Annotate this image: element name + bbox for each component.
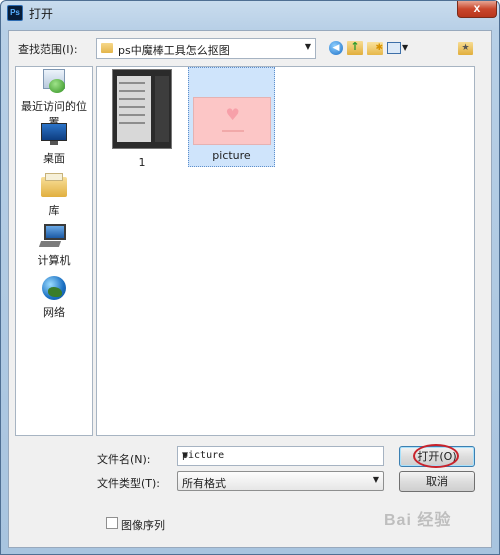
file-thumbnail: ♥	[192, 97, 271, 145]
view-menu-button[interactable]: ▼	[386, 39, 410, 57]
sidebar-item-network[interactable]: 网络	[16, 275, 92, 320]
title-bar[interactable]: Ps 打开 x	[1, 1, 499, 23]
preferences-button[interactable]: ★	[457, 39, 475, 57]
filename-input[interactable]: picture ▼	[177, 446, 384, 466]
up-folder-icon: ↑	[347, 41, 363, 55]
chevron-down-icon: ▼	[304, 42, 311, 51]
recent-places-icon	[40, 69, 68, 95]
sidebar-item-label: 桌面	[43, 152, 65, 165]
sidebar-item-label: 库	[48, 204, 60, 217]
sidebar-item-computer[interactable]: 计算机	[16, 223, 92, 268]
file-item-selected[interactable]: ♥ picture	[188, 67, 275, 167]
cancel-button[interactable]: 取消	[399, 471, 475, 492]
chevron-down-icon: ▼	[372, 475, 379, 484]
desktop-icon	[40, 121, 68, 147]
view-menu-icon	[387, 42, 401, 54]
new-folder-button[interactable]: ✱	[366, 39, 384, 57]
new-folder-icon: ✱	[367, 42, 383, 55]
file-name: picture	[212, 149, 251, 162]
close-button[interactable]: x	[457, 1, 497, 18]
sidebar-item-label: 计算机	[37, 254, 71, 267]
look-in-label: 查找范围(I):	[18, 43, 78, 56]
look-in-dropdown[interactable]: ps中魔棒工具怎么抠图 ▼	[96, 38, 316, 59]
preferences-icon: ★	[458, 42, 473, 55]
folder-icon	[101, 43, 113, 53]
image-sequence-checkbox[interactable]	[106, 517, 118, 529]
window-title: 打开	[29, 7, 54, 21]
look-in-value: ps中魔棒工具怎么抠图	[118, 44, 230, 57]
filetype-dropdown[interactable]: 所有格式 ▼	[177, 471, 384, 491]
file-thumbnail	[112, 69, 172, 149]
sidebar-item-desktop[interactable]: 桌面	[16, 121, 92, 166]
highlight-ring	[413, 444, 459, 468]
file-name: 1	[138, 156, 146, 169]
sidebar-item-libraries[interactable]: 库	[16, 173, 92, 218]
up-folder-button[interactable]: ↑	[346, 39, 364, 57]
filename-label: 文件名(N):	[97, 453, 151, 466]
filetype-value: 所有格式	[182, 477, 226, 490]
back-button[interactable]: ◀	[327, 39, 345, 57]
filetype-label: 文件类型(T):	[97, 477, 161, 490]
sidebar-item-label: 网络	[43, 306, 65, 319]
back-icon: ◀	[329, 41, 343, 55]
file-list-pane[interactable]: 1 ♥ picture	[96, 66, 475, 436]
photoshop-app-icon: Ps	[7, 5, 23, 21]
libraries-icon	[40, 173, 68, 199]
baidu-watermark: Bai 经验	[384, 512, 452, 529]
image-sequence-label: 图像序列	[121, 519, 165, 532]
computer-icon	[38, 223, 68, 249]
chevron-down-icon: ▼	[182, 450, 189, 461]
file-item[interactable]: 1	[112, 67, 172, 169]
chevron-down-icon: ▼	[402, 43, 409, 52]
heart-icon: ♥	[225, 105, 240, 124]
places-sidebar: 最近访问的位置 桌面 库 计算机 网络	[15, 66, 93, 436]
network-icon	[40, 275, 68, 301]
